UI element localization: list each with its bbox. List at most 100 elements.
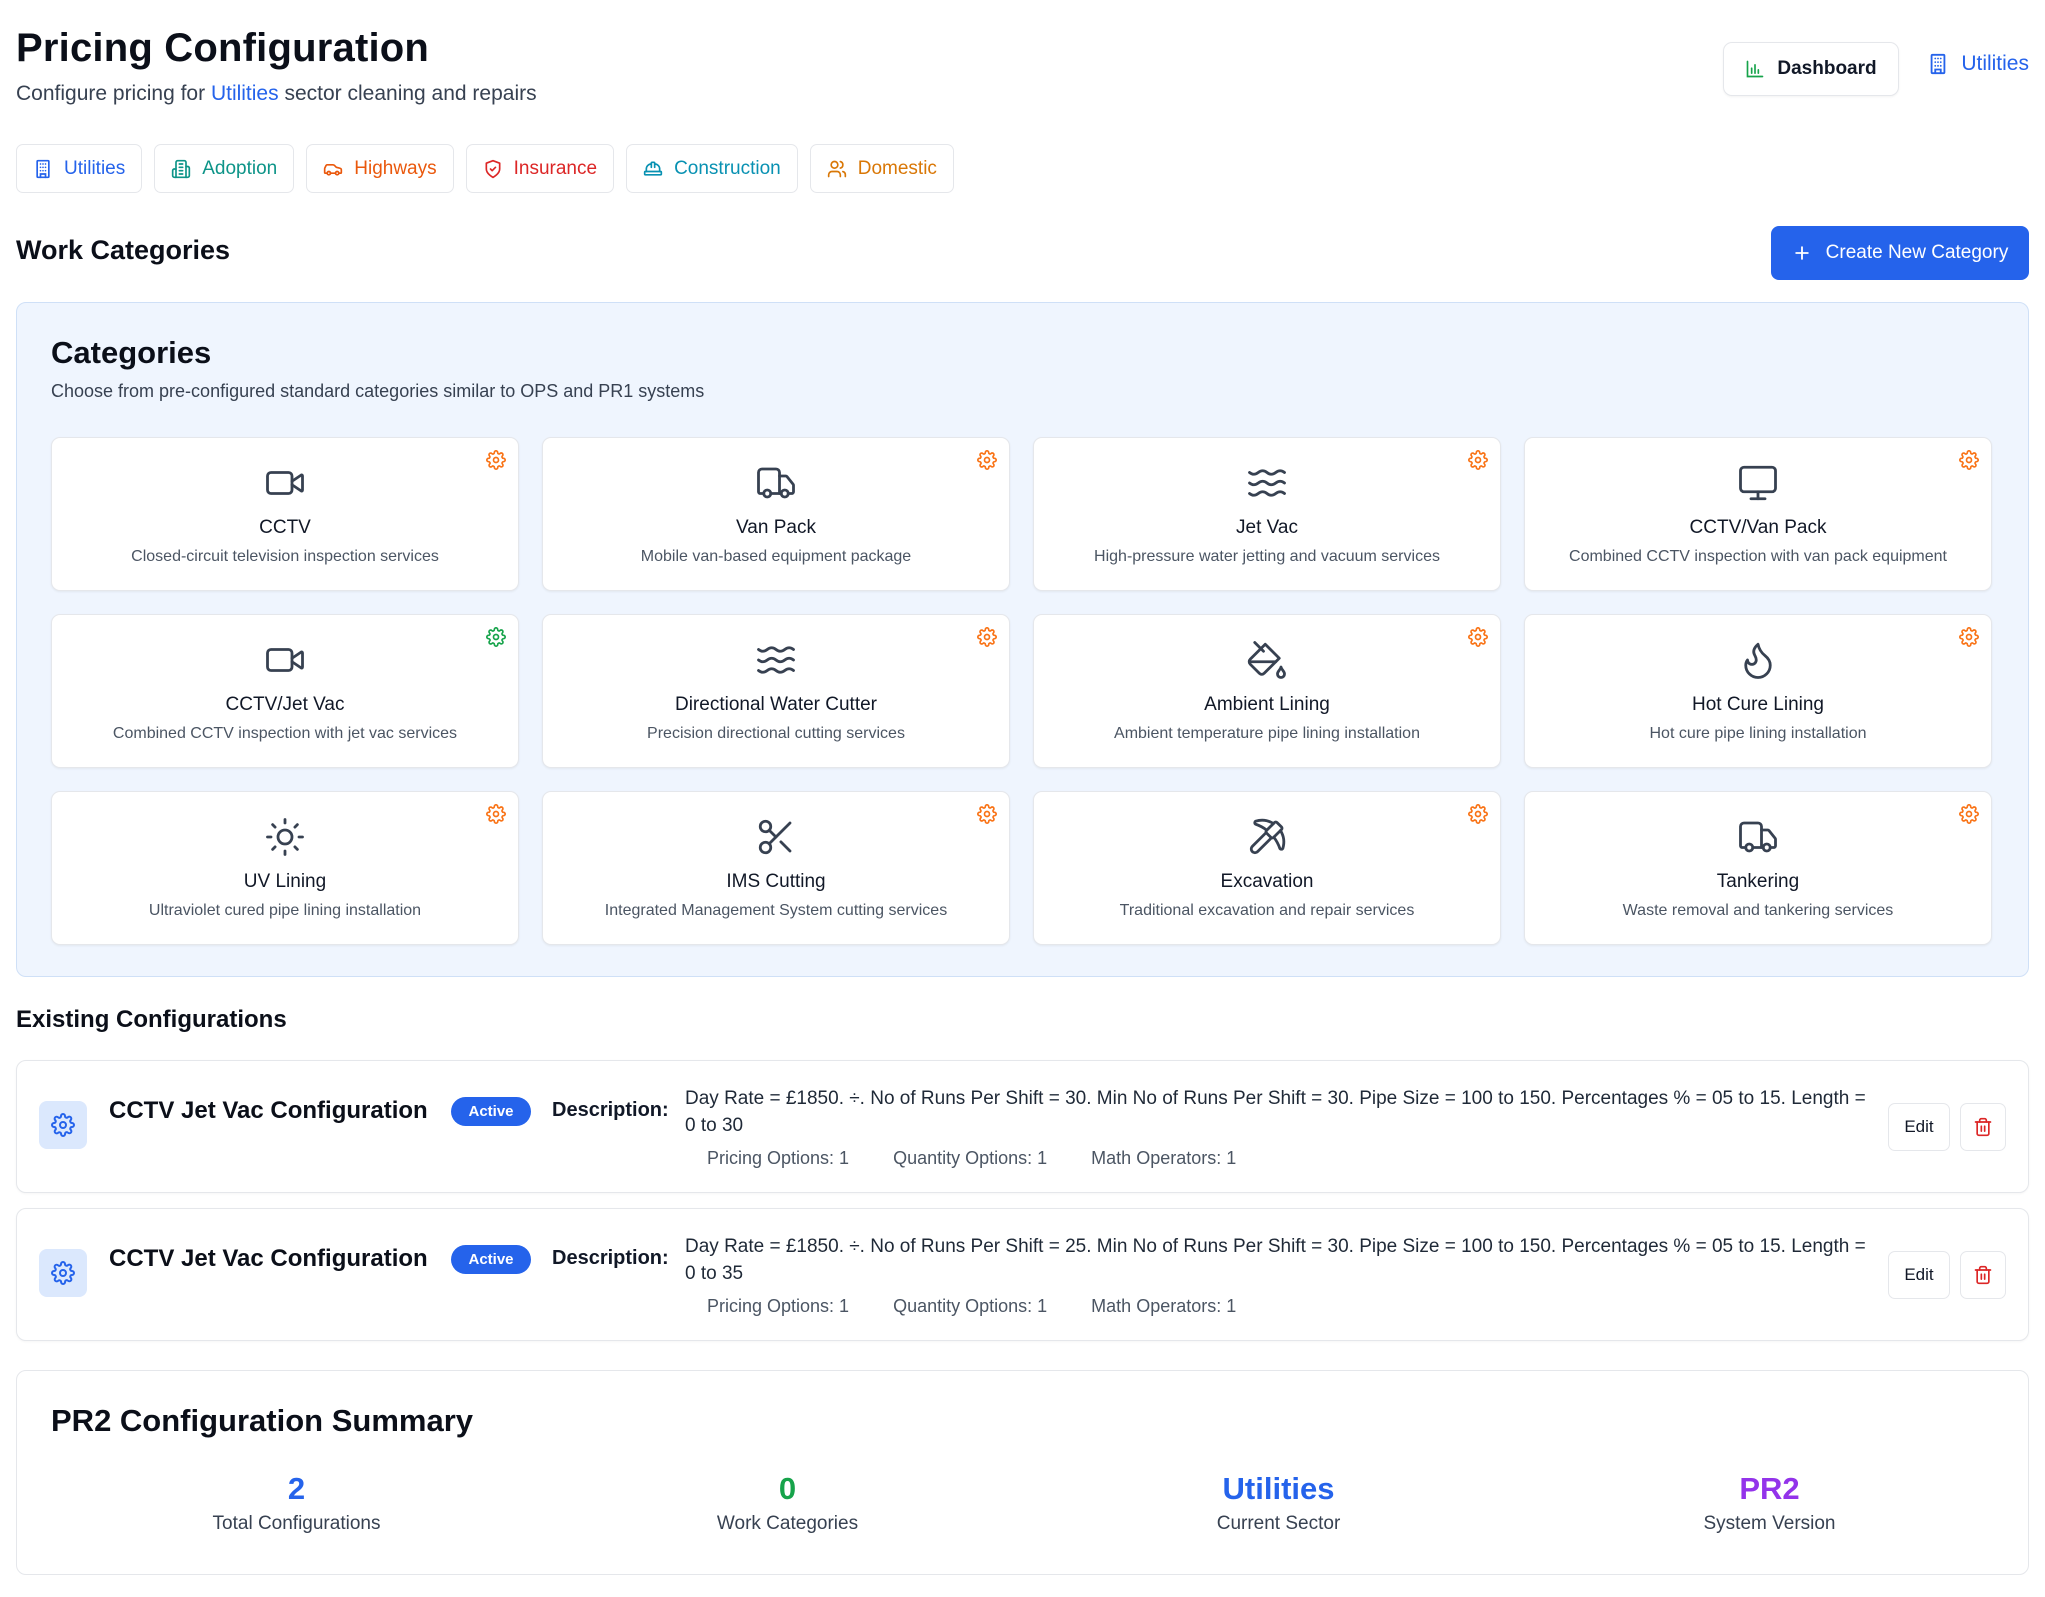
category-name: Hot Cure Lining — [1691, 694, 1825, 715]
category-description: Closed-circuit television inspection ser… — [131, 548, 439, 565]
stat-value: 0 — [778, 1471, 797, 1506]
math-operators-count: Math Operators: 1 — [1091, 1148, 1237, 1168]
dashboard-label: Dashboard — [1777, 58, 1877, 79]
configuration-icon — [39, 1101, 87, 1149]
sun-icon — [266, 818, 304, 856]
gear-icon[interactable] — [1468, 804, 1488, 824]
edit-button[interactable]: Edit — [1888, 1103, 1950, 1151]
plus-icon — [1794, 246, 1809, 260]
category-card-cctv-van-pack[interactable]: CCTV/Van Pack Combined CCTV inspection w… — [1524, 437, 1992, 591]
tab-adoption[interactable]: Adoption — [154, 144, 295, 193]
configuration-summary: PR2 Configuration Summary 2 Total Config… — [16, 1370, 2029, 1575]
truck-icon — [757, 467, 795, 499]
category-name: IMS Cutting — [726, 871, 826, 892]
category-name: CCTV/Jet Vac — [225, 694, 345, 715]
category-card-directional-water-cutter[interactable]: Directional Water Cutter Precision direc… — [542, 614, 1010, 768]
current-sector-indicator: Utilities — [1927, 52, 2029, 76]
category-card-cctv[interactable]: CCTV Closed-circuit television inspectio… — [51, 437, 519, 591]
category-name: UV Lining — [243, 871, 327, 892]
category-description: Ambient temperature pipe lining installa… — [1114, 725, 1420, 742]
description-label: Description: — [552, 1247, 669, 1269]
quantity-options-count: Quantity Options: 1 — [893, 1296, 1048, 1316]
configuration-description: Day Rate = £1850. ÷. No of Runs Per Shif… — [685, 1088, 1866, 1136]
pickaxe-icon — [1249, 818, 1286, 855]
car-icon — [324, 163, 343, 176]
summary-stats: 2 Total Configurations 0 Work Categories… — [51, 1471, 2015, 1535]
edit-button[interactable]: Edit — [1888, 1251, 1950, 1299]
gear-icon[interactable] — [1959, 804, 1979, 824]
tab-highways[interactable]: Highways — [306, 144, 454, 193]
paint-bucket-icon — [1247, 641, 1286, 679]
gear-icon[interactable] — [1468, 627, 1488, 647]
gear-icon[interactable] — [977, 450, 997, 470]
gear-icon[interactable] — [486, 804, 506, 824]
category-card-ims-cutting[interactable]: IMS Cutting Integrated Management System… — [542, 791, 1010, 945]
building-icon — [1930, 53, 1946, 75]
waves-icon — [757, 646, 795, 674]
gear-icon[interactable] — [1959, 627, 1979, 647]
category-description: Ultraviolet cured pipe lining installati… — [148, 902, 422, 919]
dashboard-button[interactable]: Dashboard — [1723, 42, 1899, 96]
category-description: Combined CCTV inspection with jet vac se… — [112, 725, 458, 742]
tab-highways-label: Highways — [354, 157, 437, 179]
configuration-icon — [39, 1249, 87, 1297]
sector-tabs: Utilities Adoption Highways Insurance Co… — [16, 144, 954, 193]
configuration-name: CCTV Jet Vac Configuration — [109, 1245, 428, 1272]
tab-utilities[interactable]: Utilities — [16, 144, 143, 193]
create-category-label: Create New Category — [1825, 242, 2009, 263]
stat-total-configurations: 2 Total Configurations — [51, 1471, 542, 1535]
video-camera-icon — [266, 471, 304, 495]
bar-chart-icon — [1747, 60, 1764, 78]
category-name: Jet Vac — [1236, 517, 1298, 538]
category-card-ambient-lining[interactable]: Ambient Lining Ambient temperature pipe … — [1033, 614, 1501, 768]
truck-icon — [1739, 821, 1777, 853]
pricing-options-count: Pricing Options: 1 — [707, 1148, 850, 1168]
category-card-van-pack[interactable]: Van Pack Mobile van-based equipment pack… — [542, 437, 1010, 591]
category-card-cctv-jet-vac[interactable]: CCTV/Jet Vac Combined CCTV inspection wi… — [51, 614, 519, 768]
gear-icon[interactable] — [1468, 450, 1488, 470]
stat-work-categories: 0 Work Categories — [542, 1471, 1033, 1535]
scissors-icon — [758, 819, 792, 855]
users-icon — [827, 160, 846, 177]
gear-icon[interactable] — [1959, 450, 1979, 470]
category-description: Waste removal and tankering services — [1622, 902, 1894, 919]
category-card-excavation[interactable]: Excavation Traditional excavation and re… — [1033, 791, 1501, 945]
tab-construction[interactable]: Construction — [626, 144, 798, 193]
category-card-jet-vac[interactable]: Jet Vac High-pressure water jetting and … — [1033, 437, 1501, 591]
category-name: Van Pack — [736, 517, 816, 538]
tab-domestic[interactable]: Domestic — [809, 144, 954, 193]
stat-system-version: PR2 System Version — [1524, 1471, 2015, 1535]
delete-button[interactable] — [1960, 1251, 2006, 1299]
subtitle-suffix: sector cleaning and repairs — [284, 82, 537, 105]
category-name: CCTV/Van Pack — [1689, 517, 1827, 538]
video-camera-icon — [266, 648, 304, 672]
subtitle-prefix: Configure pricing for — [16, 82, 206, 105]
gear-icon[interactable] — [977, 804, 997, 824]
category-card-tankering[interactable]: Tankering Waste removal and tankering se… — [1524, 791, 1992, 945]
category-name: Ambient Lining — [1204, 694, 1330, 715]
tab-insurance[interactable]: Insurance — [465, 144, 615, 193]
flame-icon — [1744, 642, 1772, 679]
pricing-options-count: Pricing Options: 1 — [707, 1296, 850, 1316]
waves-icon — [1248, 469, 1286, 497]
stat-current-sector: Utilities Current Sector — [1033, 1471, 1524, 1535]
work-categories-title: Work Categories — [16, 235, 231, 265]
category-card-uv-lining[interactable]: UV Lining Ultraviolet cured pipe lining … — [51, 791, 519, 945]
current-sector-label: Utilities — [1961, 52, 2029, 75]
category-card-hot-cure-lining[interactable]: Hot Cure Lining Hot cure pipe lining ins… — [1524, 614, 1992, 768]
gear-icon[interactable] — [486, 450, 506, 470]
tab-domestic-label: Domestic — [857, 157, 937, 179]
create-category-button[interactable]: Create New Category — [1771, 226, 2029, 280]
subtitle-sector: Utilities — [210, 82, 279, 105]
monitor-icon — [1739, 465, 1777, 501]
gear-icon[interactable] — [977, 627, 997, 647]
stat-label: Current Sector — [1216, 1513, 1341, 1534]
category-description: Traditional excavation and repair servic… — [1119, 902, 1415, 919]
category-name: Directional Water Cutter — [674, 694, 878, 715]
shield-icon — [485, 159, 501, 178]
gear-icon — [51, 1261, 75, 1285]
tab-insurance-label: Insurance — [513, 157, 598, 179]
category-description: Mobile van-based equipment package — [640, 548, 912, 565]
gear-icon[interactable] — [486, 627, 506, 647]
delete-button[interactable] — [1960, 1103, 2006, 1151]
